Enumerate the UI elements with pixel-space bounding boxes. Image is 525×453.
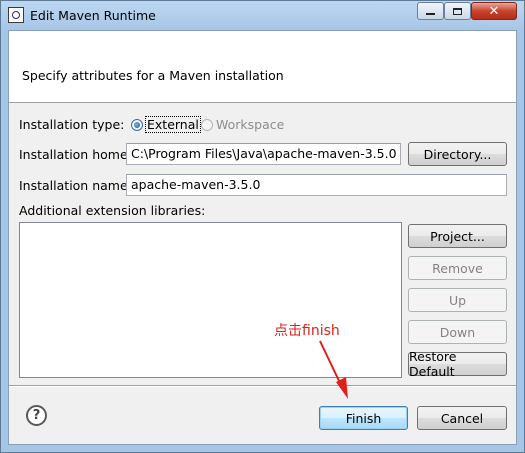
installation-home-field[interactable]: C:\Program Files\Java\apache-maven-3.5.0 — [126, 143, 401, 165]
window-title: Edit Maven Runtime — [30, 8, 156, 23]
remove-button[interactable]: Remove — [408, 256, 507, 280]
workspace-radio-label[interactable]: Workspace — [216, 117, 284, 132]
maximize-icon — [453, 7, 462, 15]
dialog-window: Edit Maven Runtime ✕ Specify attributes … — [0, 0, 525, 453]
project-button[interactable]: Project... — [408, 224, 507, 248]
annotation-arrow-icon — [319, 340, 348, 399]
restore-default-button[interactable]: Restore Default — [408, 349, 507, 379]
dialog-content: Specify attributes for a Maven installat… — [8, 30, 517, 445]
banner-message: Specify attributes for a Maven installat… — [22, 68, 284, 83]
directory-button[interactable]: Directory... — [408, 142, 507, 166]
installation-name-label: Installation name: — [19, 178, 132, 193]
maximize-button[interactable] — [444, 2, 471, 20]
down-button[interactable]: Down — [408, 320, 507, 344]
eclipse-app-icon — [8, 7, 24, 23]
minimize-icon — [426, 13, 435, 15]
help-icon[interactable]: ? — [26, 405, 47, 426]
finish-button[interactable]: Finish — [319, 406, 408, 430]
external-radio[interactable] — [131, 119, 143, 131]
installation-home-label: Installation home: — [19, 147, 132, 162]
installation-name-field[interactable]: apache-maven-3.5.0 — [126, 174, 507, 196]
cancel-button[interactable]: Cancel — [417, 406, 507, 430]
minimize-button[interactable] — [417, 2, 444, 20]
installation-type-label: Installation type: — [19, 117, 125, 132]
annotation-text: 点击finish — [274, 323, 340, 339]
finish-button-label: Finish — [345, 410, 382, 426]
footer-separator — [9, 385, 516, 387]
workspace-radio[interactable] — [201, 119, 213, 131]
up-button[interactable]: Up — [408, 288, 507, 312]
title-bar[interactable]: Edit Maven Runtime ✕ — [1, 1, 524, 29]
header-banner: Specify attributes for a Maven installat… — [9, 31, 516, 103]
external-radio-label[interactable]: External — [145, 116, 201, 133]
extension-libraries-label: Additional extension libraries: — [19, 203, 206, 218]
close-button[interactable]: ✕ — [471, 2, 517, 20]
close-icon: ✕ — [488, 3, 500, 19]
